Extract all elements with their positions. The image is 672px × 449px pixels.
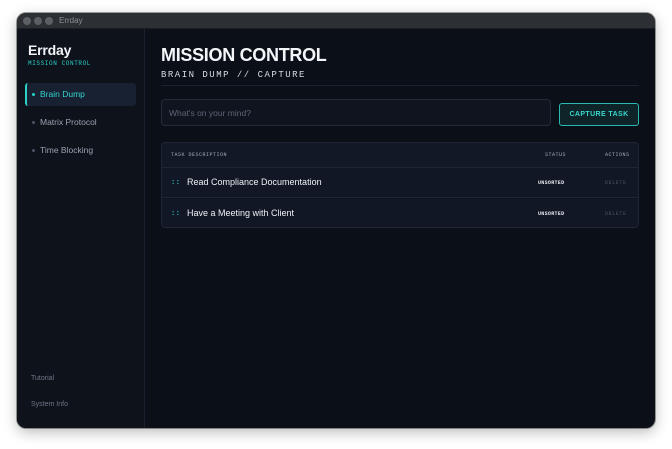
app-tagline: MISSION CONTROL — [28, 60, 92, 67]
window-title: Errday — [59, 16, 83, 25]
task-description: Read Compliance Documentation — [187, 177, 322, 187]
page-subtitle: BRAIN DUMP // CAPTURE — [161, 70, 306, 80]
table-row[interactable]: :: Read Compliance Documentation UNSORTE… — [162, 168, 638, 198]
maximize-window-button[interactable] — [45, 17, 53, 25]
delete-button[interactable]: DELETE — [605, 180, 627, 186]
bullet-icon — [32, 121, 35, 124]
sidebar-item-label: Brain Dump — [40, 89, 85, 99]
sidebar-item-label: Matrix Protocol — [40, 117, 97, 127]
column-header-description: TASK DESCRIPTION — [171, 152, 228, 158]
capture-task-button[interactable]: CAPTURE TASK — [559, 103, 639, 126]
main-panel: MISSION CONTROL BRAIN DUMP // CAPTURE CA… — [145, 29, 655, 428]
task-input[interactable] — [161, 99, 551, 126]
page-title: MISSION CONTROL — [161, 45, 327, 65]
close-window-button[interactable] — [23, 17, 31, 25]
sidebar-item-label: Time Blocking — [40, 145, 94, 155]
app-window: Errday Errday MISSION CONTROL Brain Dump… — [17, 13, 655, 428]
column-header-status: STATUS — [545, 152, 567, 158]
tutorial-link[interactable]: Tutorial — [31, 375, 54, 382]
minimize-window-button[interactable] — [34, 17, 42, 25]
bullet-icon — [32, 149, 35, 152]
app-brand: Errday — [28, 42, 72, 58]
drag-handle-icon[interactable]: :: — [171, 210, 180, 218]
sidebar-item-time-blocking[interactable]: Time Blocking — [25, 139, 136, 162]
sidebar: Errday MISSION CONTROL Brain Dump Matrix… — [17, 29, 145, 428]
sidebar-item-brain-dump[interactable]: Brain Dump — [25, 83, 136, 106]
task-table: TASK DESCRIPTION STATUS ACTIONS :: Read … — [161, 142, 639, 228]
column-header-actions: ACTIONS — [605, 152, 630, 158]
title-bar: Errday — [17, 13, 655, 29]
drag-handle-icon[interactable]: :: — [171, 179, 180, 187]
status-badge: UNSORTED — [538, 211, 565, 217]
table-row[interactable]: :: Have a Meeting with Client UNSORTED D… — [162, 199, 638, 227]
header-divider — [161, 85, 639, 86]
bullet-icon — [32, 93, 35, 96]
system-info-link[interactable]: System Info — [31, 401, 68, 408]
delete-button[interactable]: DELETE — [605, 211, 627, 217]
table-header: TASK DESCRIPTION STATUS ACTIONS — [162, 143, 638, 168]
sidebar-item-matrix-protocol[interactable]: Matrix Protocol — [25, 111, 136, 134]
status-badge: UNSORTED — [538, 180, 565, 186]
task-description: Have a Meeting with Client — [187, 208, 295, 218]
